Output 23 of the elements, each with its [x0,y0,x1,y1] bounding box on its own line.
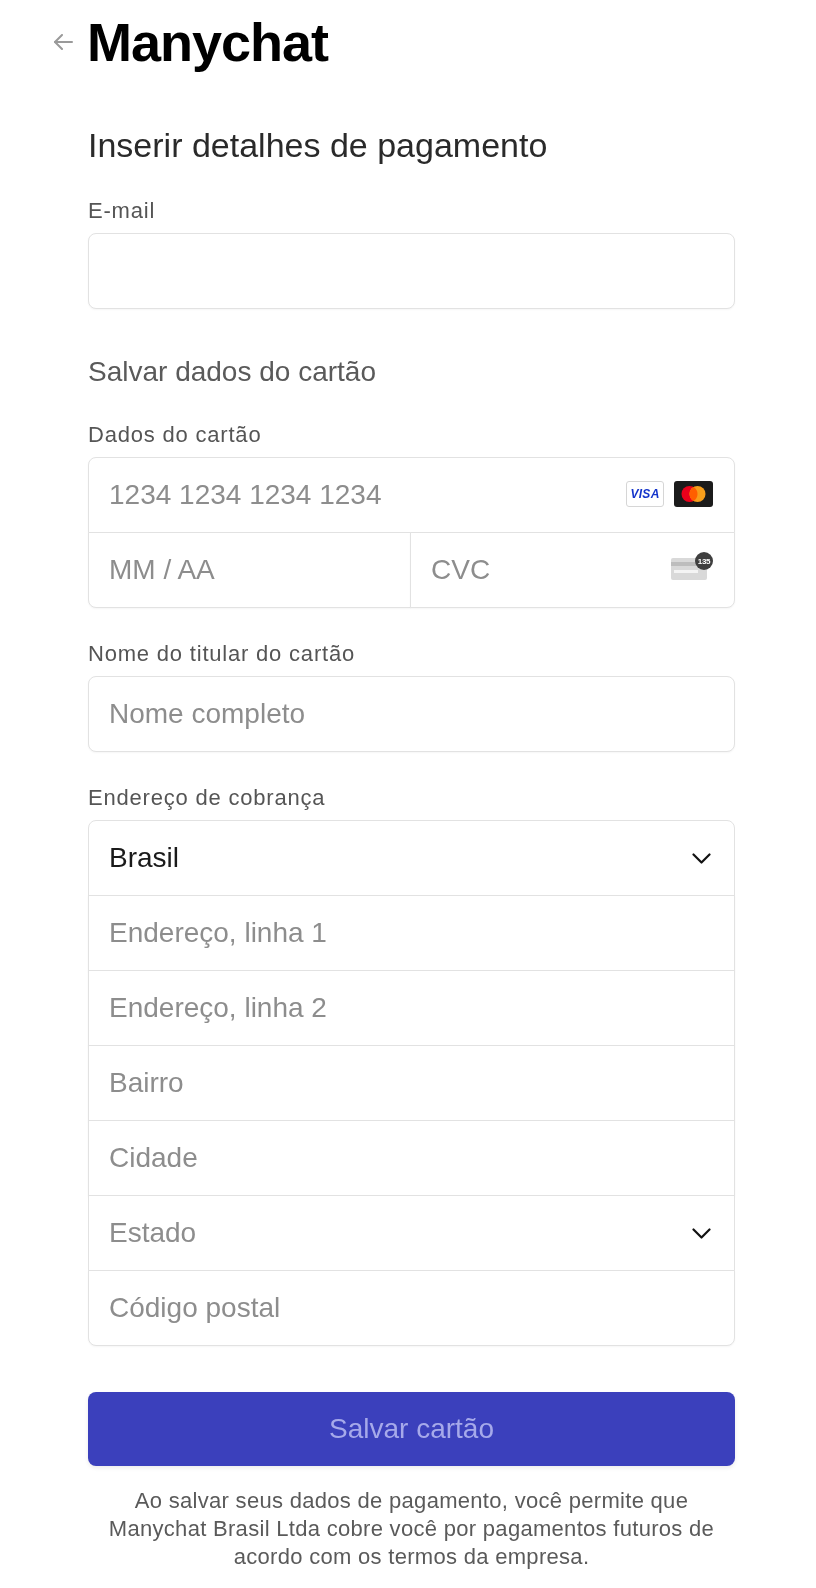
logo: Manychat [87,14,329,70]
email-field[interactable] [88,233,735,309]
chevron-down-icon [692,1227,711,1239]
section-title: Salvar dados do cartão [88,355,376,389]
visa-logo: VISA [626,481,664,507]
card-brand-icon [674,481,713,507]
page-title: Inserir detalhes de pagamento [88,125,549,165]
expiry-field[interactable]: MM / AA [88,532,411,608]
field-label: Nome do titular do cartão [88,641,356,667]
disclaimer-text: Ao salvar seus dados de pagamento, você permite que Manychat Brasil Ltda cobre você por pagamentos futuros de acordo com os termos da empresa. [107,1487,716,1571]
input-field[interactable]: Código postal [88,1270,735,1346]
field-label: Dados do cartão [88,422,262,448]
chevron-down-icon [692,852,711,864]
cardholder-name-field[interactable]: Nome completo [88,676,735,752]
input-field[interactable]: Bairro [88,1045,735,1121]
back-arrow-icon[interactable] [53,34,74,50]
dropdown-field[interactable]: Brasil [88,820,735,896]
input-field[interactable]: Endereço, linha 1 [88,895,735,971]
dropdown-field[interactable]: Estado [88,1195,735,1271]
field-label: E-mail [88,198,156,224]
input-field[interactable]: Cidade [88,1120,735,1196]
field-label: Endereço de cobrança [88,785,326,811]
input-field[interactable]: Endereço, linha 2 [88,970,735,1046]
